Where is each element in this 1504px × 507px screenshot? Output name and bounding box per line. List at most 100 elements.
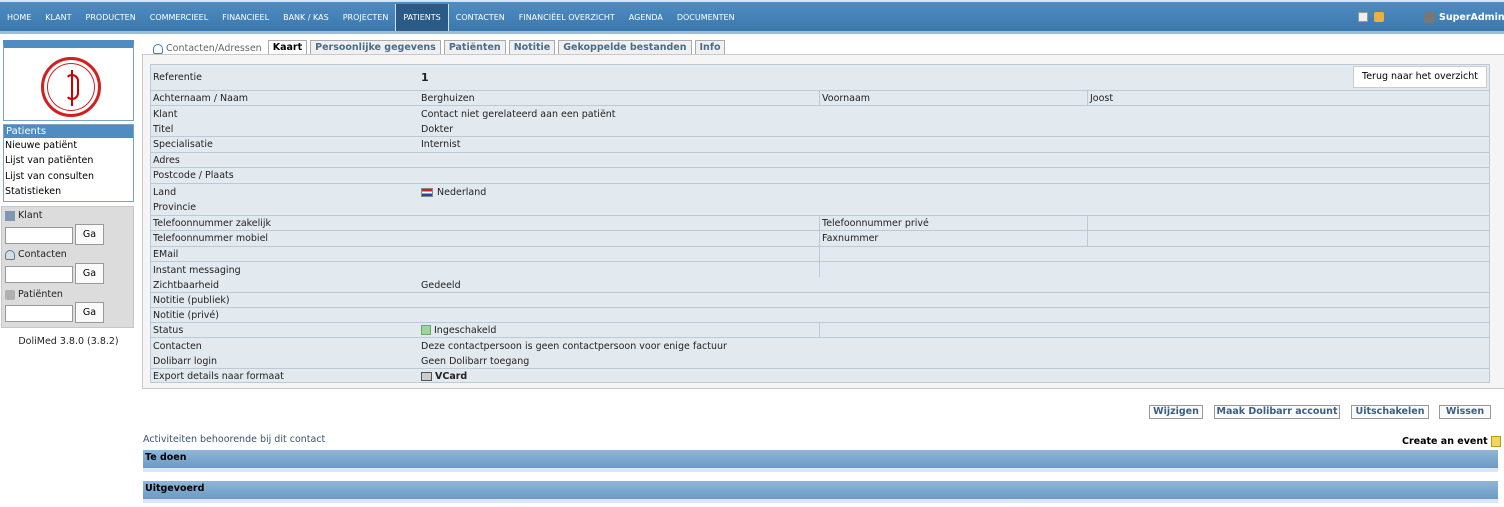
row-adres: Adres [151,152,1489,167]
search-klant-input[interactable] [5,227,73,244]
value-phone-private [1087,216,1090,230]
label-provincie: Provincie [153,202,197,213]
status-extra [819,323,822,337]
tab-notes[interactable]: Notitie [508,40,556,54]
row-phone-mobile: Telefoonnummer mobiel Faxnummer [151,230,1489,246]
menu-documenten[interactable]: DOCUMENTEN [670,4,742,31]
create-event-link[interactable]: Create an event [1402,436,1501,447]
search-contacten-label: Contacten [5,249,67,260]
top-navigation-bar: HOME KLANT PRODUCTEN COMMERCIEEL FINANCI… [0,0,1504,34]
disable-button[interactable]: Uitschakelen [1351,405,1429,419]
label-phone-private: Telefoonnummer privé [819,216,929,230]
lock-icon[interactable] [1374,12,1384,22]
label-dolibarr-login: Dolibarr login [153,356,218,367]
tab-patients[interactable]: Patiënten [443,40,506,54]
menu-commercieel[interactable]: COMMERCIEEL [143,4,215,31]
menu-producten[interactable]: PRODUCTEN [79,4,143,31]
search-contacten-button[interactable]: Ga [75,263,104,284]
tab-kaart[interactable]: Kaart [267,40,308,54]
export-vcard-link[interactable]: VCard [419,369,467,383]
label-klant: Klant [153,109,178,120]
value-instant-messaging [819,262,822,277]
search-patienten-input[interactable] [5,305,73,322]
value-visibility: Gedeeld [421,280,461,291]
contact-icon [153,43,163,54]
label-land: Land [153,187,177,198]
netherlands-flag-icon [421,188,433,197]
row-land-provincie: Land Nederland Provincie [151,183,1489,215]
label-phone-mobile: Telefoonnummer mobiel [153,233,269,244]
label-visibility: Zichtbaarheid [153,280,220,291]
caduceus-logo-icon [41,57,101,117]
tab-linked-files[interactable]: Gekoppelde bestanden [558,40,692,54]
print-icon[interactable] [1358,12,1368,22]
menu-financieel[interactable]: FINANCIEEL [215,4,276,31]
value-email [819,247,822,261]
label-fax: Faxnummer [819,231,878,246]
label-note-private: Notitie (privé) [153,309,219,321]
status-enabled-icon [421,325,431,335]
back-to-list-button[interactable]: Terug naar het overzicht [1353,66,1487,88]
user-menu[interactable]: SuperAdmin [1424,11,1504,23]
value-specialisatie: Internist [421,139,461,150]
menu-klant[interactable]: KLANT [38,4,78,31]
link-consult-list[interactable]: Lijst van consulten [4,169,133,184]
company-logo-box [3,40,134,121]
record-tabs: Contacten/Adressen Kaart Persoonlijke ge… [149,40,728,54]
create-dolibarr-account-button[interactable]: Maak Dolibarr account [1214,405,1340,419]
label-note-public: Notitie (publiek) [153,294,230,306]
value-klant: Contact niet gerelateerd aan een patiënt [421,109,616,120]
menu-home[interactable]: HOME [0,4,38,31]
todo-divider [143,468,1498,472]
menu-agenda[interactable]: AGENDA [622,4,670,31]
search-patienten-button[interactable]: Ga [75,302,104,323]
search-patienten-label: Patiënten [5,289,63,300]
vcard-icon [421,371,432,381]
menu-patients[interactable]: PATIENTS [395,4,449,31]
menu-bank-kas[interactable]: BANK / KAS [276,4,336,31]
row-name: Achternaam / Naam Berghuizen Voornaam Jo… [151,90,1489,105]
version-label: DoliMed 3.8.0 (3.8.2) [18,336,119,347]
label-adres: Adres [153,154,180,166]
link-statistics[interactable]: Statistieken [4,184,133,199]
toolbar-icons [1358,12,1384,22]
activities-title: Activiteiten behoorende bij dit contact [143,434,326,445]
row-note-public: Notitie (publiek) [151,292,1489,307]
tab-info[interactable]: Info [694,40,726,54]
label-postcode: Postcode / Plaats [153,170,234,181]
row-im-visibility: Instant messaging Zichtbaarheid Gedeeld [151,261,1489,292]
menu-projecten[interactable]: PROJECTEN [336,4,396,31]
row-referentie: Referentie 1 Terug naar het overzicht [151,65,1489,90]
label-firstname: Voornaam [819,91,870,105]
main-menu: HOME KLANT PRODUCTEN COMMERCIEEL FINANCI… [0,4,742,31]
value-dolibarr-login: Geen Dolibarr toegang [421,356,530,367]
value-contacts: Deze contactpersoon is geen contactperso… [421,341,727,352]
label-titel: Titel [153,124,174,135]
menu-contacten[interactable]: CONTACTEN [449,4,512,31]
link-new-patient[interactable]: Nieuwe patiënt [4,138,133,153]
add-event-icon [1490,436,1501,447]
value-referentie: 1 [421,71,429,84]
quick-search-panel: Klant Ga Contacten Ga Patiënten Ga [1,206,134,328]
patients-menu-title[interactable]: Patients [4,125,133,138]
link-patient-list[interactable]: Lijst van patiënten [4,153,133,168]
menu-financieel-overzicht[interactable]: FINANCIËEL OVERZICHT [512,4,622,31]
tab-personal-data[interactable]: Persoonlijke gegevens [310,40,441,54]
edit-button[interactable]: Wijzigen [1149,405,1203,419]
label-status: Status [153,324,184,336]
row-export: Export details naar formaat VCard [151,368,1489,383]
user-icon [1424,11,1435,23]
tab-contacts-addresses[interactable]: Contacten/Adressen [149,43,268,54]
contact-card: Referentie 1 Terug naar het overzicht Ac… [142,54,1504,389]
delete-button[interactable]: Wissen [1439,405,1491,419]
value-fax [1087,231,1090,246]
section-todo: Te doen [143,450,1498,468]
search-contacten-input[interactable] [5,266,73,283]
search-klant-button[interactable]: Ga [75,224,104,245]
patients-menu: Patients Nieuwe patiënt Lijst van patiën… [3,124,134,202]
label-phone-work: Telefoonnummer zakelijk [153,217,272,229]
done-divider [143,499,1498,503]
label-export: Export details naar formaat [153,370,284,382]
value-name: Berghuizen [421,92,475,104]
label-name: Achternaam / Naam [153,92,249,104]
